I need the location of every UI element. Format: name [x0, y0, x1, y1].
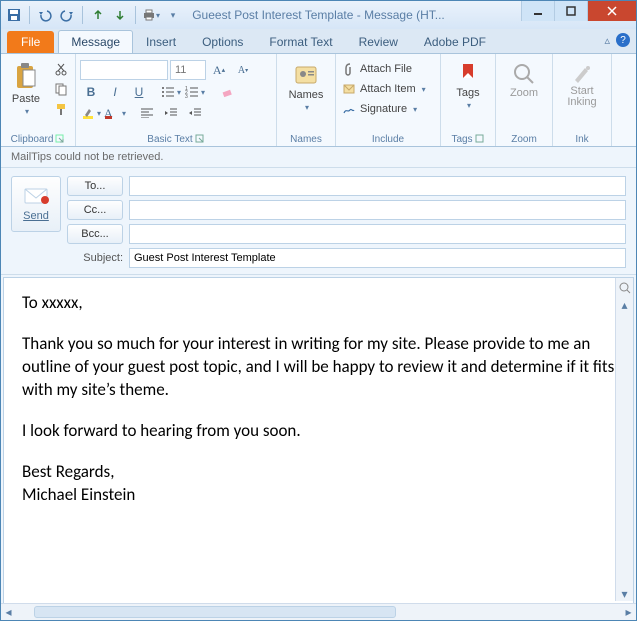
group-label-zoom: Zoom [500, 132, 548, 146]
body-paragraph-2: I look forward to hearing from you soon. [22, 420, 615, 443]
tab-options[interactable]: Options [189, 30, 256, 53]
cc-button[interactable]: Cc... [67, 200, 123, 220]
signature-button[interactable]: Signature▾ [340, 100, 436, 118]
bold-icon[interactable]: B [80, 83, 102, 101]
group-label-ink: Ink [557, 132, 607, 146]
tab-insert[interactable]: Insert [133, 30, 189, 53]
vertical-scrollbar[interactable]: ▴ ▾ [615, 278, 633, 601]
group-tags: Tags ▾ Tags [441, 54, 496, 146]
undo-icon[interactable] [36, 6, 54, 24]
svg-text:3: 3 [185, 94, 188, 98]
minimize-ribbon-icon[interactable]: ▵ [604, 34, 610, 47]
save-icon[interactable] [5, 6, 23, 24]
text-highlight-icon[interactable]: ▾ [80, 104, 102, 122]
group-zoom: Zoom Zoom [496, 54, 553, 146]
dialog-launcher-icon[interactable] [195, 134, 205, 144]
tab-format-text[interactable]: Format Text [256, 30, 345, 53]
align-left-icon[interactable] [136, 104, 158, 122]
zoom-slider-icon[interactable] [617, 280, 632, 295]
close-button[interactable] [587, 1, 636, 21]
group-basic-text: 11 A▴ A▾ B I U ▾ 123▾ ▾ A▾ [76, 54, 277, 146]
scroll-left-icon[interactable]: ◂ [1, 605, 16, 620]
format-painter-icon[interactable] [51, 100, 71, 118]
scroll-up-icon[interactable]: ▴ [617, 297, 632, 312]
body-paragraph-1: Thank you so much for your interest in w… [22, 333, 615, 402]
shrink-font-icon[interactable]: A▾ [232, 61, 254, 79]
zoom-button[interactable]: Zoom [501, 60, 547, 101]
paste-button[interactable]: Paste ▾ [5, 60, 47, 118]
names-button[interactable]: Names ▾ [283, 60, 329, 114]
tab-review[interactable]: Review [346, 30, 411, 53]
font-name-combo[interactable] [80, 60, 168, 80]
outlook-message-window: ▾ ▾ Gueest Post Interest Template - Mess… [0, 0, 637, 621]
dialog-launcher-icon[interactable] [55, 134, 65, 144]
maximize-button[interactable] [554, 1, 587, 21]
file-tab[interactable]: File [7, 31, 54, 53]
message-body-frame: To xxxxx, Thank you so much for your int… [3, 277, 634, 618]
redo-icon[interactable] [58, 6, 76, 24]
underline-icon[interactable]: U [128, 83, 150, 101]
tab-message[interactable]: Message [58, 30, 133, 53]
print-icon[interactable]: ▾ [142, 6, 160, 24]
tab-adobe-pdf[interactable]: Adobe PDF [411, 30, 499, 53]
scroll-down-icon[interactable]: ▾ [617, 586, 632, 601]
font-size-combo[interactable]: 11 [170, 60, 206, 80]
horizontal-scrollbar[interactable]: ◂ ▸ [1, 603, 636, 620]
to-button[interactable]: To... [67, 176, 123, 196]
bcc-button[interactable]: Bcc... [67, 224, 123, 244]
ribbon-tabs: File Message Insert Options Format Text … [1, 29, 636, 53]
message-header: Send To... Cc... Bcc... Subject: [1, 168, 636, 275]
bullets-icon[interactable]: ▾ [160, 83, 182, 101]
copy-icon[interactable] [51, 80, 71, 98]
group-label-tags: Tags [451, 134, 472, 145]
group-ink: Start Inking Ink [553, 54, 612, 146]
group-label-basic-text: Basic Text [147, 134, 192, 145]
body-signature: Michael Einstein [22, 484, 615, 507]
help-icon[interactable]: ? [616, 33, 630, 47]
group-label-clipboard: Clipboard [11, 134, 54, 145]
to-field[interactable] [129, 176, 626, 196]
subject-field[interactable] [129, 248, 626, 268]
attach-item-button[interactable]: Attach Item▾ [340, 80, 436, 98]
clear-formatting-icon[interactable] [216, 83, 238, 101]
title-bar: ▾ ▾ Gueest Post Interest Template - Mess… [1, 1, 636, 29]
grow-font-icon[interactable]: A▴ [208, 61, 230, 79]
bcc-field[interactable] [129, 224, 626, 244]
quick-access-toolbar: ▾ ▾ [1, 6, 182, 24]
body-greeting: To xxxxx, [22, 292, 615, 315]
decrease-indent-icon[interactable] [160, 104, 182, 122]
mailtips-bar: MailTips could not be retrieved. [1, 147, 636, 168]
font-color-icon[interactable]: A▾ [104, 104, 126, 122]
body-closing: Best Regards, [22, 461, 615, 484]
cut-icon[interactable] [51, 60, 71, 78]
italic-icon[interactable]: I [104, 83, 126, 101]
window-controls [521, 1, 636, 21]
scroll-right-icon[interactable]: ▸ [621, 605, 636, 620]
attach-file-button[interactable]: Attach File [340, 60, 436, 78]
subject-label: Subject: [67, 252, 123, 264]
group-include: Attach File Attach Item▾ Signature▾ Incl… [336, 54, 441, 146]
message-body-container: To xxxxx, Thank you so much for your int… [1, 275, 636, 620]
tags-button[interactable]: Tags ▾ [445, 60, 491, 112]
group-clipboard: Paste ▾ Clipboard [1, 54, 76, 146]
dialog-launcher-icon[interactable] [475, 134, 485, 144]
minimize-button[interactable] [521, 1, 554, 21]
group-names: Names ▾ Names [277, 54, 336, 146]
next-item-icon[interactable] [111, 6, 129, 24]
increase-indent-icon[interactable] [184, 104, 206, 122]
cc-field[interactable] [129, 200, 626, 220]
previous-item-icon[interactable] [89, 6, 107, 24]
group-label-include: Include [340, 132, 436, 146]
send-button[interactable]: Send [11, 176, 61, 232]
scrollbar-thumb[interactable] [34, 606, 396, 618]
numbering-icon[interactable]: 123▾ [184, 83, 206, 101]
ribbon: Paste ▾ Clipboard 11 A▴ A▾ [1, 53, 636, 147]
start-inking-button[interactable]: Start Inking [559, 60, 605, 110]
qat-customize-icon[interactable]: ▾ [164, 6, 182, 24]
message-body[interactable]: To xxxxx, Thank you so much for your int… [4, 278, 633, 617]
group-label-names: Names [281, 132, 331, 146]
